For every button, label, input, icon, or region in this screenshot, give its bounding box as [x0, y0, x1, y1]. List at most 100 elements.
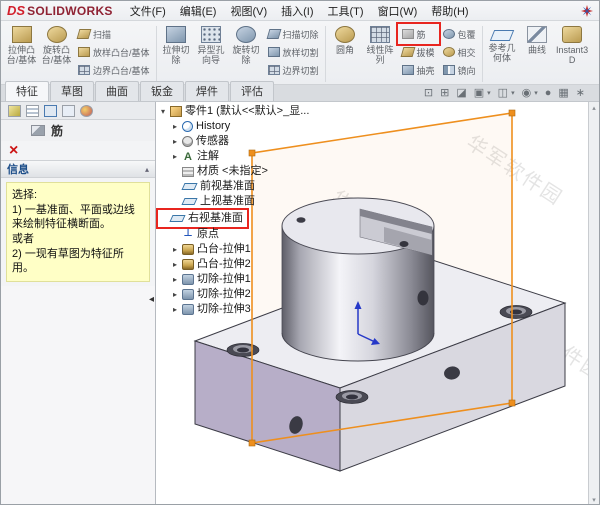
expand-arrow-icon[interactable]: ▸ — [171, 152, 179, 161]
message-section-header[interactable]: 信息 ▴ — [1, 161, 155, 178]
extruded-cut-button[interactable]: 拉伸切除 — [160, 24, 193, 66]
solidworks-window: DS SOLIDWORKS 文件(F) 编辑(E) 视图(V) 插入(I) 工具… — [0, 0, 600, 505]
lofted-boss-button[interactable]: 放样凸台/基体 — [75, 43, 153, 61]
instant3d-button[interactable]: Instant3D — [556, 24, 589, 66]
tree-item-material[interactable]: 材质 <未指定> — [159, 164, 309, 179]
expand-arrow-icon[interactable]: ▸ — [171, 305, 179, 314]
hole-wizard-icon — [201, 26, 222, 43]
expand-arrow-icon[interactable]: ▸ — [171, 275, 179, 284]
vertical-scrollbar[interactable]: ▴ ▾ — [588, 102, 599, 504]
revolved-cut-button[interactable]: 旋转切除 — [230, 24, 263, 66]
tab-evaluate[interactable]: 评估 — [230, 81, 274, 101]
lofted-cut-button[interactable]: 放样切割 — [265, 43, 322, 61]
tree-item-top-plane[interactable]: 上视基准面 — [159, 194, 309, 209]
plane-handle[interactable] — [248, 439, 256, 447]
dropdown-caret-icon[interactable]: ▾ — [511, 89, 515, 97]
message-line: 或者 — [12, 233, 34, 245]
featuremanager-tab-icon[interactable] — [26, 104, 39, 117]
expand-arrow-icon[interactable]: ▸ — [171, 245, 179, 254]
cylinder-side-hole[interactable] — [417, 290, 429, 306]
ribbon-separator — [481, 26, 483, 82]
instant3d-label: Instant3D — [556, 45, 589, 65]
extruded-boss-button[interactable]: 拉伸凸台/基体 — [5, 24, 38, 66]
expand-arrow-icon[interactable]: ▸ — [171, 137, 179, 146]
tree-item-origin[interactable]: ⊥ 原点 — [159, 227, 309, 242]
tree-item-boss-extrude1[interactable]: ▸ 凸台-拉伸1 — [159, 242, 309, 257]
plane-handle[interactable] — [508, 399, 516, 407]
zoom-fit-icon[interactable]: ⊡ — [424, 87, 433, 99]
draft-button[interactable]: 拔模 — [399, 43, 438, 61]
menu-window[interactable]: 窗口(W) — [371, 1, 425, 21]
tab-surfaces[interactable]: 曲面 — [95, 81, 139, 101]
swept-cut-button[interactable]: 扫描切除 — [265, 25, 322, 43]
dropdown-caret-icon[interactable]: ▾ — [487, 89, 491, 97]
revolved-boss-button[interactable]: 旋转凸台/基体 — [40, 24, 73, 66]
tree-item-boss-extrude2[interactable]: ▸ 凸台-拉伸2 — [159, 257, 309, 272]
expand-arrow-icon[interactable]: ▾ — [159, 107, 167, 116]
scroll-down-icon[interactable]: ▾ — [592, 496, 596, 504]
tab-weldments[interactable]: 焊件 — [185, 81, 229, 101]
menu-view[interactable]: 视图(V) — [223, 1, 274, 21]
section-view-icon[interactable]: ◪ — [456, 87, 466, 99]
displaymanager-tab-icon[interactable] — [80, 104, 93, 117]
configurationmanager-tab-icon[interactable] — [44, 104, 57, 117]
menu-edit[interactable]: 编辑(E) — [173, 1, 224, 21]
expand-arrow-icon[interactable]: ▸ — [171, 260, 179, 269]
rib-button[interactable]: 筋 — [399, 25, 438, 43]
tree-item-cut-extrude2[interactable]: ▸ 切除-拉伸2 — [159, 287, 309, 302]
expand-arrow-icon[interactable]: ▸ — [171, 290, 179, 299]
boundary-boss-button[interactable]: 边界凸台/基体 — [75, 61, 153, 79]
tab-sketch[interactable]: 草图 — [50, 81, 94, 101]
apply-scene-icon[interactable]: ▦ — [558, 87, 568, 99]
menu-help[interactable]: 帮助(H) — [424, 1, 475, 21]
zoom-area-icon[interactable]: ⊞ — [440, 87, 449, 99]
view-orientation-icon[interactable]: ▣ — [474, 87, 484, 99]
boundary-boss-label: 边界凸台/基体 — [93, 65, 150, 76]
curves-label: 曲线 — [528, 45, 547, 55]
menu-tools[interactable]: 工具(T) — [321, 1, 371, 21]
tree-item-label: 前视基准面 — [200, 180, 255, 192]
intersect-button[interactable]: 相交 — [440, 43, 479, 61]
tree-item-cut-extrude3[interactable]: ▸ 切除-拉伸3 — [159, 302, 309, 317]
tree-item-annotations[interactable]: ▸ A 注解 — [159, 149, 309, 164]
scroll-up-icon[interactable]: ▴ — [592, 104, 596, 112]
curves-button[interactable]: 曲线 — [521, 24, 554, 66]
tree-item-right-plane[interactable]: 右视基准面 — [159, 211, 243, 226]
wrap-button[interactable]: 包覆 — [440, 25, 479, 43]
edit-appearance-icon[interactable]: ● — [545, 87, 552, 99]
menu-file[interactable]: 文件(F) — [123, 1, 173, 21]
dropdown-caret-icon[interactable]: ▾ — [534, 89, 538, 97]
dimxpertmanager-tab-icon[interactable] — [62, 104, 75, 117]
tree-item-root[interactable]: ▾ 零件1 (默认<<默认>_显... — [159, 104, 309, 119]
ribbon-separator — [324, 26, 326, 82]
tree-item-cut-extrude1[interactable]: ▸ 切除-拉伸1 — [159, 272, 309, 287]
tab-sheet-metal[interactable]: 钣金 — [140, 81, 184, 101]
menu-insert[interactable]: 插入(I) — [274, 1, 320, 21]
tree-item-history[interactable]: ▸ History — [159, 119, 309, 134]
hole-wizard-button[interactable]: 异型孔向导 — [195, 24, 228, 66]
message-box: 选择: 1) 一基准面、平面或边线来绘制特征横断面。 或者 2) 一现有草图为特… — [6, 182, 150, 282]
mirror-button[interactable]: 镜向 — [440, 61, 479, 79]
history-folder-icon — [182, 121, 193, 132]
propertymanager-tab-icon[interactable] — [8, 104, 21, 117]
plane-handle[interactable] — [508, 109, 516, 117]
tree-item-sensors[interactable]: ▸ 传感器 — [159, 134, 309, 149]
command-title: 筋 — [51, 124, 64, 138]
linear-pattern-button[interactable]: 线性阵列 — [364, 24, 397, 66]
sweep-label: 扫描 — [93, 29, 112, 40]
boundary-cut-button[interactable]: 边界切割 — [265, 61, 322, 79]
tree-item-front-plane[interactable]: 前视基准面 — [159, 179, 309, 194]
tab-features[interactable]: 特征 — [5, 81, 49, 101]
reference-geometry-button[interactable]: 参考几何体 — [486, 24, 519, 64]
panel-collapse-arrow[interactable]: ◂ — [149, 294, 154, 305]
property-manager-panel: 筋 × 信息 ▴ 选择: 1) 一基准面、平面或边线来绘制特征横断面。 或者 2… — [1, 102, 156, 504]
shell-button[interactable]: 抽壳 — [399, 61, 438, 79]
sweep-button[interactable]: 扫描 — [75, 25, 153, 43]
view-settings-icon[interactable]: ∗ — [576, 87, 585, 99]
fillet-button[interactable]: 圆角 — [329, 24, 362, 66]
display-style-icon[interactable]: ◫ — [498, 87, 508, 99]
expand-arrow-icon[interactable]: ▸ — [171, 122, 179, 131]
solidworks-star-icon[interactable] — [581, 4, 593, 17]
cancel-button[interactable]: × — [9, 142, 18, 159]
hide-show-items-icon[interactable]: ◉ — [522, 87, 532, 99]
